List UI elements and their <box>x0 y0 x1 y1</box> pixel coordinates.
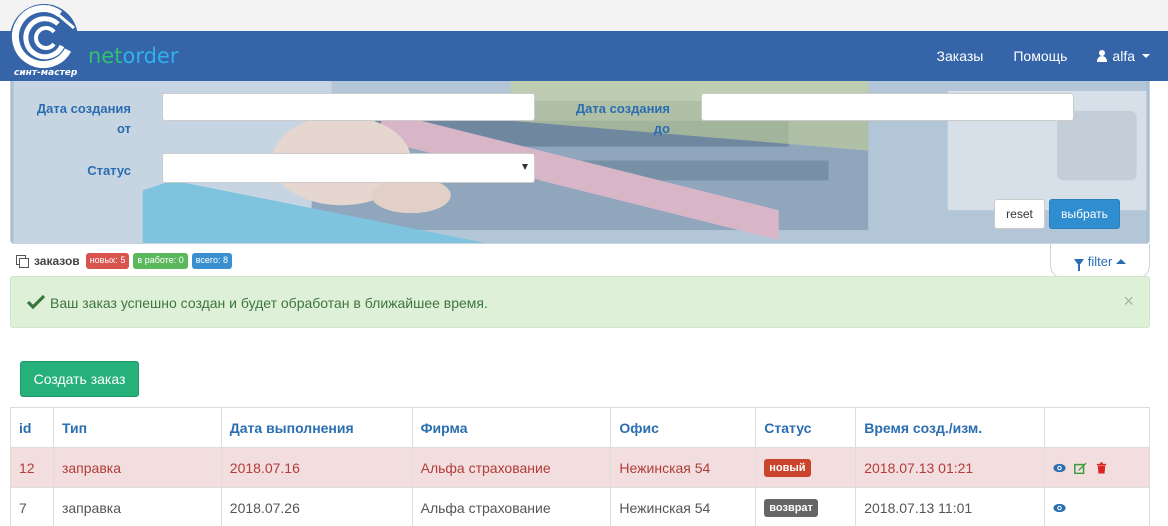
cell-time: 2018.07.13 01:21 <box>855 447 1046 488</box>
filter-toggle-label: filter <box>1087 253 1113 269</box>
copy-icon <box>16 255 29 268</box>
logo-swirl-icon <box>10 4 78 72</box>
brand-name-part1: net <box>88 44 123 68</box>
cell-id: 7 <box>10 487 54 526</box>
date-to-label: Дата создания до <box>570 99 670 139</box>
orders-stats-label: заказов <box>34 254 80 268</box>
nav-menu: Заказы Помощь alfa <box>907 31 1150 81</box>
status-badge: новый <box>764 459 811 477</box>
delete-trash-icon[interactable] <box>1095 461 1108 474</box>
table-row[interactable]: 12 заправка 2018.07.16 Альфа страхование… <box>10 447 1150 488</box>
badge-new: новых: 5 <box>85 253 130 269</box>
user-name: alfa <box>1112 48 1135 64</box>
chevron-up-icon <box>1116 258 1127 264</box>
cell-due-date: 2018.07.26 <box>220 487 413 526</box>
create-order-button[interactable]: Создать заказ <box>20 361 139 397</box>
view-eye-icon[interactable] <box>1053 462 1066 474</box>
top-strip <box>0 0 1168 31</box>
cell-type: заправка <box>52 447 222 488</box>
cell-actions <box>1044 447 1150 488</box>
nav-help-link[interactable]: Помощь <box>1013 48 1067 64</box>
cell-firm: Альфа страхование <box>411 487 612 526</box>
date-from-input[interactable] <box>162 93 535 121</box>
nav-orders-link[interactable]: Заказы <box>937 48 984 64</box>
cell-office: Нежинская 54 <box>610 487 757 526</box>
alert-message: Ваш заказ успешно создан и будет обработ… <box>50 295 488 311</box>
badge-total: всего: 8 <box>191 253 233 269</box>
logo-text: синт-мастер <box>14 68 78 78</box>
edit-icon[interactable] <box>1074 462 1087 474</box>
cell-firm: Альфа страхование <box>411 447 612 488</box>
badge-in-work: в работе: 0 <box>133 253 188 269</box>
orders-stats: заказов новых: 5 в работе: 0 всего: 8 <box>16 253 233 269</box>
date-to-label-line2: до <box>653 121 670 136</box>
status-badge: возврат <box>764 499 818 517</box>
close-icon[interactable]: × <box>1123 291 1134 311</box>
user-menu[interactable]: alfa <box>1097 48 1150 64</box>
reset-button[interactable]: reset <box>994 199 1045 229</box>
filter-toggle-tab[interactable]: filter <box>1050 244 1150 279</box>
col-header-id[interactable]: id <box>10 407 54 448</box>
col-header-due-date[interactable]: Дата выполнения <box>220 407 413 448</box>
date-from-label: Дата создания от <box>31 99 131 139</box>
success-alert: Ваш заказ успешно создан и будет обработ… <box>10 276 1150 328</box>
cell-id: 12 <box>10 447 54 488</box>
cell-time: 2018.07.13 11:01 <box>855 487 1046 526</box>
date-to-input[interactable] <box>701 93 1074 121</box>
col-header-time[interactable]: Время созд./изм. <box>855 407 1046 448</box>
date-from-label-line2: от <box>117 121 131 136</box>
cell-actions <box>1044 487 1150 526</box>
orders-table: id Тип Дата выполнения Фирма Офис Статус… <box>10 407 1150 526</box>
col-header-actions <box>1044 407 1150 448</box>
filter-icon <box>1073 258 1084 271</box>
cell-due-date: 2018.07.16 <box>220 447 413 488</box>
logo[interactable]: синт-мастер <box>8 2 80 80</box>
user-icon <box>1097 50 1108 62</box>
table-row[interactable]: 7 заправка 2018.07.26 Альфа страхование … <box>10 487 1150 526</box>
brand-name-part2: order <box>122 44 179 68</box>
col-header-status[interactable]: Статус <box>755 407 857 448</box>
status-label: Статус <box>87 163 131 178</box>
chevron-down-icon <box>1142 54 1150 58</box>
filter-panel: Дата создания от Дата создания до Статус… <box>10 81 1150 244</box>
view-eye-icon[interactable] <box>1053 502 1066 514</box>
check-icon <box>27 294 45 310</box>
cell-office: Нежинская 54 <box>610 447 757 488</box>
col-header-office[interactable]: Офис <box>610 407 757 448</box>
cell-type: заправка <box>52 487 222 526</box>
col-header-firm[interactable]: Фирма <box>411 407 612 448</box>
status-select[interactable] <box>162 153 535 183</box>
brand-name[interactable]: netorder <box>88 43 178 69</box>
col-header-type[interactable]: Тип <box>52 407 222 448</box>
date-to-label-line1: Дата создания <box>575 101 670 116</box>
cell-status: новый <box>755 447 857 488</box>
table-header-row: id Тип Дата выполнения Фирма Офис Статус… <box>10 407 1150 448</box>
cell-status: возврат <box>755 487 857 526</box>
select-arrow-icon <box>522 164 528 170</box>
date-from-label-line1: Дата создания <box>36 101 131 116</box>
apply-filter-button[interactable]: выбрать <box>1049 199 1120 229</box>
